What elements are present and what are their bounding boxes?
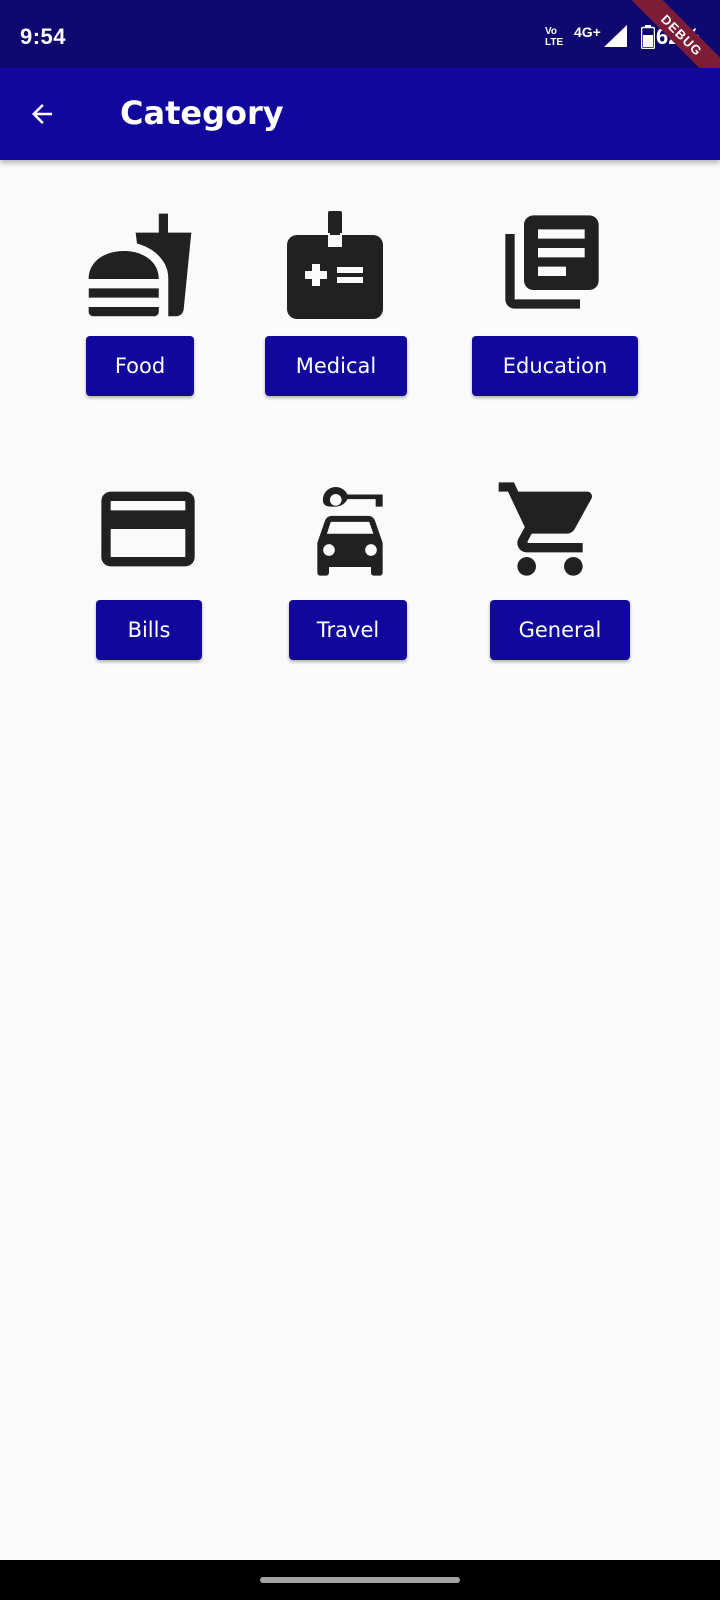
page-title: Category xyxy=(120,94,284,132)
shopping-cart-icon xyxy=(498,482,593,576)
food-button-label: Food xyxy=(114,354,166,378)
network-type: 4G+ xyxy=(574,24,601,40)
general-button[interactable]: General xyxy=(490,600,630,660)
library-books-icon xyxy=(505,215,599,309)
food-button[interactable]: Food xyxy=(86,336,194,396)
bills-button[interactable]: Bills xyxy=(96,600,202,660)
education-button-label: Education xyxy=(502,354,608,378)
battery-icon xyxy=(641,25,655,49)
medical-button[interactable]: Medical xyxy=(265,336,407,396)
status-time: 9:54 xyxy=(20,24,67,49)
medical-badge-icon xyxy=(287,211,383,319)
car-rental-icon xyxy=(317,487,383,576)
status-bar: 9:54 Vo LTE 4G+ 62% DEBUG xyxy=(0,0,720,68)
lte-label: LTE xyxy=(545,37,564,48)
education-button[interactable]: Education xyxy=(472,336,638,396)
back-button[interactable] xyxy=(22,94,62,134)
medical-button-label: Medical xyxy=(295,354,377,378)
travel-button[interactable]: Travel xyxy=(289,600,407,660)
arrow-back-icon xyxy=(32,104,52,124)
bills-button-label: Bills xyxy=(127,618,171,642)
signal-icon xyxy=(604,25,627,47)
fastfood-icon xyxy=(88,213,192,317)
debug-banner: DEBUG xyxy=(617,0,720,68)
credit-card-icon xyxy=(101,491,195,567)
app-bar: Category xyxy=(0,68,720,160)
home-gesture-handle[interactable] xyxy=(260,1577,460,1583)
volte-indicator: Vo LTE xyxy=(545,26,569,50)
travel-button-label: Travel xyxy=(316,618,380,642)
volte-label: Vo xyxy=(545,26,558,37)
general-button-label: General xyxy=(518,618,602,642)
